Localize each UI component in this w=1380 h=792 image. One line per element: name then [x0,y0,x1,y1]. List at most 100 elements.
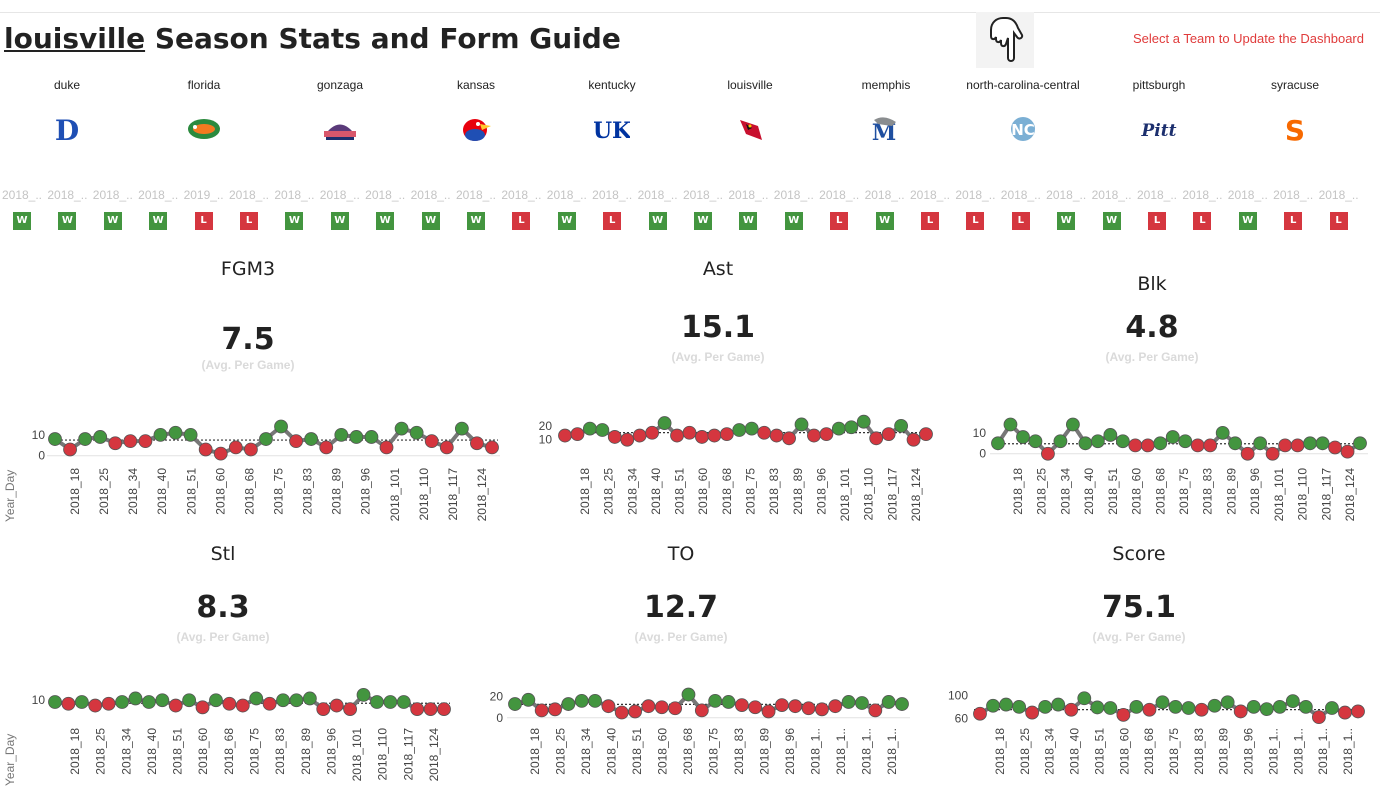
selected-team-name[interactable]: louisville [4,22,145,55]
team-option-pittsburgh[interactable]: pittsburgh Pitt [1089,78,1229,144]
data-point[interactable] [485,440,499,455]
data-point[interactable] [1028,434,1043,449]
data-point[interactable] [48,432,62,446]
data-point[interactable] [423,702,438,717]
data-point[interactable] [1328,440,1342,455]
win-badge[interactable]: W [739,212,758,230]
data-point[interactable] [316,702,331,717]
data-point[interactable] [682,425,697,440]
data-point[interactable] [1090,434,1105,449]
data-point[interactable] [155,693,170,708]
data-point[interactable] [1228,436,1243,451]
data-point[interactable] [1025,705,1040,720]
data-point[interactable] [881,695,896,709]
data-point[interactable] [198,442,213,457]
win-badge[interactable]: W [784,212,803,230]
data-point[interactable] [379,440,394,455]
data-point[interactable] [1340,444,1355,459]
data-point[interactable] [101,696,116,711]
data-point[interactable] [534,703,549,718]
data-point[interactable] [782,431,796,446]
data-point[interactable] [645,425,660,440]
data-point[interactable] [61,696,76,711]
loss-badge[interactable]: L [603,212,622,230]
loss-badge[interactable]: L [921,212,939,230]
loss-badge[interactable]: L [194,212,213,230]
data-point[interactable] [1285,694,1300,709]
data-point[interactable] [719,427,734,442]
data-point[interactable] [1194,702,1209,717]
data-point[interactable] [289,693,304,708]
loss-badge[interactable]: L [1329,212,1348,230]
data-point[interactable] [1165,430,1180,444]
data-point[interactable] [721,695,736,709]
data-point[interactable] [670,428,684,443]
data-point[interactable] [601,699,616,714]
data-point[interactable] [1090,700,1105,715]
win-badge[interactable]: W [285,212,304,230]
win-badge[interactable]: W [875,212,894,230]
data-point[interactable] [410,702,425,717]
data-point[interactable] [304,432,319,446]
data-point[interactable] [319,440,334,455]
data-point[interactable] [1303,436,1317,451]
data-point[interactable] [228,440,243,455]
data-point[interactable] [349,430,364,444]
data-point[interactable] [1338,705,1352,720]
data-point[interactable] [1290,438,1305,453]
data-point[interactable] [734,698,749,713]
data-point[interactable] [235,698,250,713]
data-point[interactable] [343,702,358,717]
data-point[interactable] [1207,698,1222,713]
data-point[interactable] [1278,438,1293,453]
data-point[interactable] [558,428,572,443]
data-point[interactable] [243,442,258,457]
win-badge[interactable]: W [330,212,349,230]
data-point[interactable] [396,695,411,709]
data-point[interactable] [1129,699,1144,714]
data-point[interactable] [1065,417,1080,432]
data-point[interactable] [168,698,183,713]
data-point[interactable] [1168,699,1183,714]
data-point[interactable] [1003,417,1018,432]
data-point[interactable] [1078,436,1093,451]
data-point[interactable] [1315,436,1330,451]
data-point[interactable] [222,696,237,711]
data-point[interactable] [1016,430,1030,444]
team-option-kentucky[interactable]: kentucky UK [542,78,682,144]
data-point[interactable] [182,693,197,708]
data-point[interactable] [588,693,602,708]
win-badge[interactable]: W [1057,212,1076,230]
data-point[interactable] [168,425,183,440]
data-point[interactable] [63,442,77,457]
data-point[interactable] [1203,438,1218,453]
data-point[interactable] [78,432,93,446]
data-point[interactable] [48,695,62,709]
data-point[interactable] [748,700,763,715]
data-point[interactable] [1077,691,1092,706]
data-point[interactable] [141,695,156,709]
data-point[interactable] [855,696,869,710]
data-point[interactable] [1103,701,1118,715]
data-point[interactable] [262,696,277,711]
data-point[interactable] [329,698,344,713]
data-point[interactable] [289,434,304,449]
data-point[interactable] [1351,704,1365,719]
team-option-syracuse[interactable]: syracuse S [1225,78,1365,144]
win-badge[interactable]: W [1238,212,1257,230]
data-point[interactable] [1325,701,1339,715]
data-point[interactable] [668,701,683,716]
loss-badge[interactable]: L [1148,212,1166,230]
win-badge[interactable]: W [557,212,576,230]
data-point[interactable] [1253,436,1268,451]
data-point[interactable] [1142,702,1157,717]
data-point[interactable] [454,421,469,436]
data-point[interactable] [521,692,536,707]
loss-badge[interactable]: L [240,212,258,230]
data-point[interactable] [1259,702,1274,717]
data-point[interactable] [831,421,846,436]
win-badge[interactable]: W [1102,212,1121,230]
loss-badge[interactable]: L [1284,212,1303,230]
data-point[interactable] [1140,438,1155,453]
data-point[interactable] [274,419,288,434]
